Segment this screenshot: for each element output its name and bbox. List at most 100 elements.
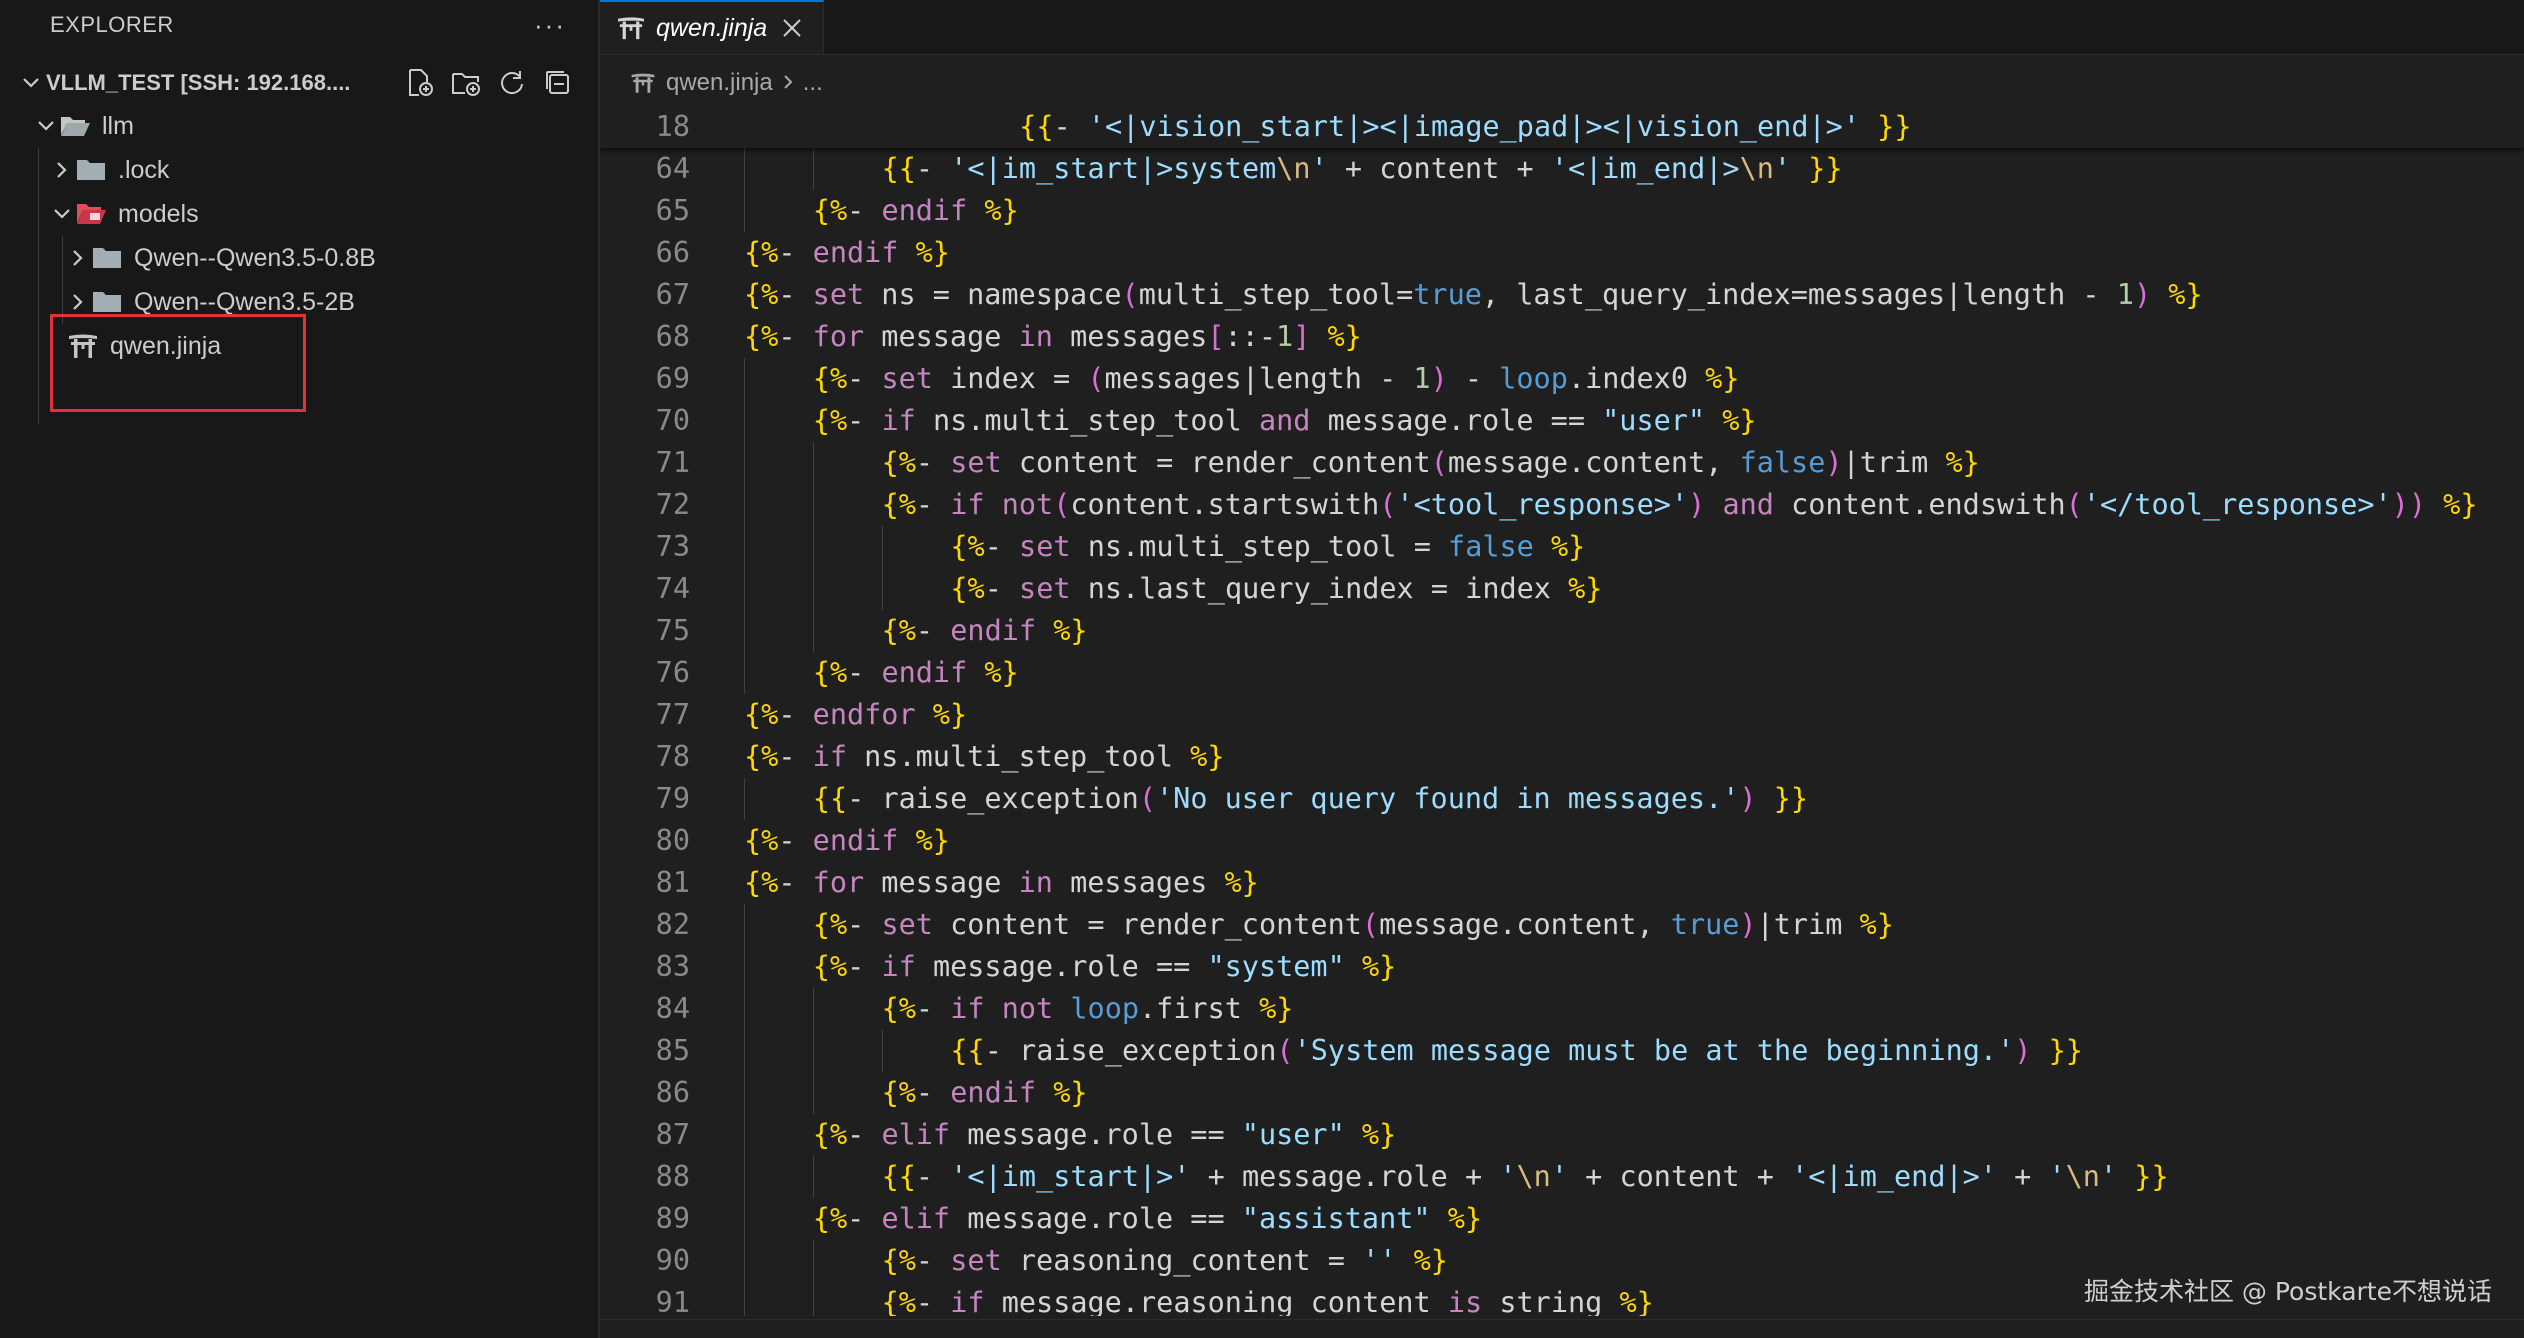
code-line[interactable]: 71 {%- set content = render_content(messa… <box>600 442 2524 484</box>
code-line[interactable]: 73 {%- set ns.multi_step_tool = false %} <box>600 526 2524 568</box>
code-line[interactable]: 85 {{- raise_exception('System message mu… <box>600 1030 2524 1072</box>
code-token: if <box>881 404 916 437</box>
code-token: 1 <box>2116 278 2134 311</box>
code-line[interactable]: 78 {%- if ns.multi_step_tool %} <box>600 736 2524 778</box>
code-token: {% <box>744 278 779 311</box>
code-line[interactable]: 69 {%- set index = (messages|length - 1) … <box>600 358 2524 400</box>
code-token: reasoning_content = <box>1001 1244 1363 1277</box>
sticky-scroll-line[interactable]: 18 {{- '<|vision_start|><|image_pad|><|vi… <box>600 106 2524 148</box>
code-token: 'System message must be at the beginning… <box>1293 1034 2015 1067</box>
code-token: - <box>778 236 813 269</box>
code-token: in <box>1018 866 1053 899</box>
code-line[interactable]: 72 {%- if not(content.startswith('<tool_r… <box>600 484 2524 526</box>
code-line[interactable]: 74 {%- set ns.last_query_index = index %} <box>600 568 2524 610</box>
code-token: {% <box>812 404 848 437</box>
new-folder-icon[interactable] <box>450 67 482 99</box>
code-line[interactable]: 80 {%- endif %} <box>600 820 2524 862</box>
line-number: 82 <box>655 908 690 941</box>
code-token: messages <box>1052 320 1208 353</box>
horizontal-scrollbar[interactable] <box>600 1319 2524 1338</box>
collapse-all-icon[interactable] <box>542 67 574 99</box>
breadcrumb-file[interactable]: qwen.jinja <box>666 69 773 97</box>
chevron-right-icon[interactable] <box>66 249 90 267</box>
code-token: for <box>812 320 865 353</box>
code-token: %} <box>932 698 968 731</box>
code-view[interactable]: 18 {{- '<|vision_start|><|image_pad|><|vi… <box>600 106 2524 1316</box>
code-token: ns.last_query_index = index <box>1070 572 1569 605</box>
code-token: - <box>778 824 813 857</box>
tree-item-qwen-0-8b[interactable]: Qwen--Qwen3.5-0.8B <box>66 236 376 280</box>
code-token: {% <box>881 1244 916 1277</box>
chevron-right-icon[interactable] <box>66 293 90 311</box>
code-line[interactable]: 89 {%- elif message.role == "assistant" %… <box>600 1198 2524 1240</box>
chevron-down-icon[interactable] <box>16 77 46 89</box>
code-line[interactable]: 84 {%- if not loop.first %} <box>600 988 2524 1030</box>
code-line[interactable]: 81 {%- for message in messages %} <box>600 862 2524 904</box>
line-number: 67 <box>655 278 690 311</box>
code-token: %} <box>915 824 950 857</box>
code-token: {% <box>881 488 916 521</box>
code-token: %} <box>1568 572 1603 605</box>
code-line[interactable]: 79 {{- raise_exception('No user query fou… <box>600 778 2524 820</box>
tab-qwen-jinja[interactable]: qwen.jinja <box>600 0 825 54</box>
code-line[interactable]: 65 {%- endif %} <box>600 190 2524 232</box>
close-icon[interactable] <box>781 17 803 39</box>
code-line[interactable]: 87 {%- elif message.role == "user" %} <box>600 1114 2524 1156</box>
chevron-right-icon[interactable] <box>50 161 74 179</box>
code-line[interactable]: 64 {{- '<|im_start|>system\n' + content +… <box>600 148 2524 190</box>
code-token: {{ <box>881 152 916 185</box>
indent-guide <box>812 148 814 190</box>
code-line[interactable]: 86 {%- endif %} <box>600 1072 2524 1114</box>
code-text: {{- '<|im_start|>system\n' + content + '… <box>882 148 1843 190</box>
code-text: {%- for message in messages %} <box>744 862 1259 904</box>
more-actions-icon[interactable]: ··· <box>534 10 566 41</box>
code-text: {%- set reasoning_content = '' %} <box>882 1240 1448 1282</box>
tree-item-models[interactable]: models <box>50 192 199 236</box>
code-token: message.reasoning_content <box>984 1286 1448 1316</box>
code-text: {%- if message.reasoning_content is stri… <box>882 1282 1654 1316</box>
code-line[interactable]: 75 {%- endif %} <box>600 610 2524 652</box>
code-token: {% <box>812 908 848 941</box>
line-number: 80 <box>655 824 690 857</box>
code-token: - <box>915 488 951 521</box>
code-token: ns.multi_step_tool <box>846 740 1191 773</box>
code-token: false <box>1448 530 1534 563</box>
code-line[interactable]: 76 {%- endif %} <box>600 652 2524 694</box>
code-line[interactable]: 67 {%- set ns = namespace(multi_step_tool… <box>600 274 2524 316</box>
workspace-section-header[interactable]: VLLM_TEST [SSH: 192.168.... <box>0 62 598 104</box>
code-token: \n <box>1276 152 1311 185</box>
code-token: - <box>778 698 813 731</box>
code-token: set <box>812 278 865 311</box>
code-token: endif <box>881 194 968 227</box>
code-line[interactable]: 88 {{- '<|im_start|>' + message.role + '\… <box>600 1156 2524 1198</box>
indent-guide <box>812 1282 814 1316</box>
code-line[interactable]: 66 {%- endif %} <box>600 232 2524 274</box>
tree-item-label: llm <box>102 111 134 140</box>
code-token: ) <box>1430 362 1448 395</box>
code-token: ( <box>2065 488 2083 521</box>
code-text: {%- set content = render_content(message… <box>882 442 1980 484</box>
code-token: - <box>778 278 813 311</box>
refresh-icon[interactable] <box>496 67 528 99</box>
new-file-icon[interactable] <box>404 67 436 99</box>
code-token: }} <box>1773 782 1809 815</box>
chevron-down-icon[interactable] <box>50 208 74 220</box>
tree-item-llm[interactable]: llm <box>34 104 134 148</box>
code-token: endif <box>812 236 899 269</box>
code-line[interactable]: 82 {%- set content = render_content(messa… <box>600 904 2524 946</box>
code-token: }} <box>2048 1034 2083 1067</box>
code-line[interactable]: 77 {%- endfor %} <box>600 694 2524 736</box>
code-line[interactable]: 70 {%- if ns.multi_step_tool and message.… <box>600 400 2524 442</box>
indent-guide <box>744 778 745 820</box>
chevron-down-icon[interactable] <box>34 120 58 132</box>
code-line[interactable]: 83 {%- if message.role == "system" %} <box>600 946 2524 988</box>
tree-item-lock[interactable]: .lock <box>50 148 169 192</box>
code-token: 1 <box>1276 320 1294 353</box>
code-line[interactable]: 68 {%- for message in messages[::-1] %} <box>600 316 2524 358</box>
breadcrumb-more[interactable]: ... <box>803 69 823 97</box>
